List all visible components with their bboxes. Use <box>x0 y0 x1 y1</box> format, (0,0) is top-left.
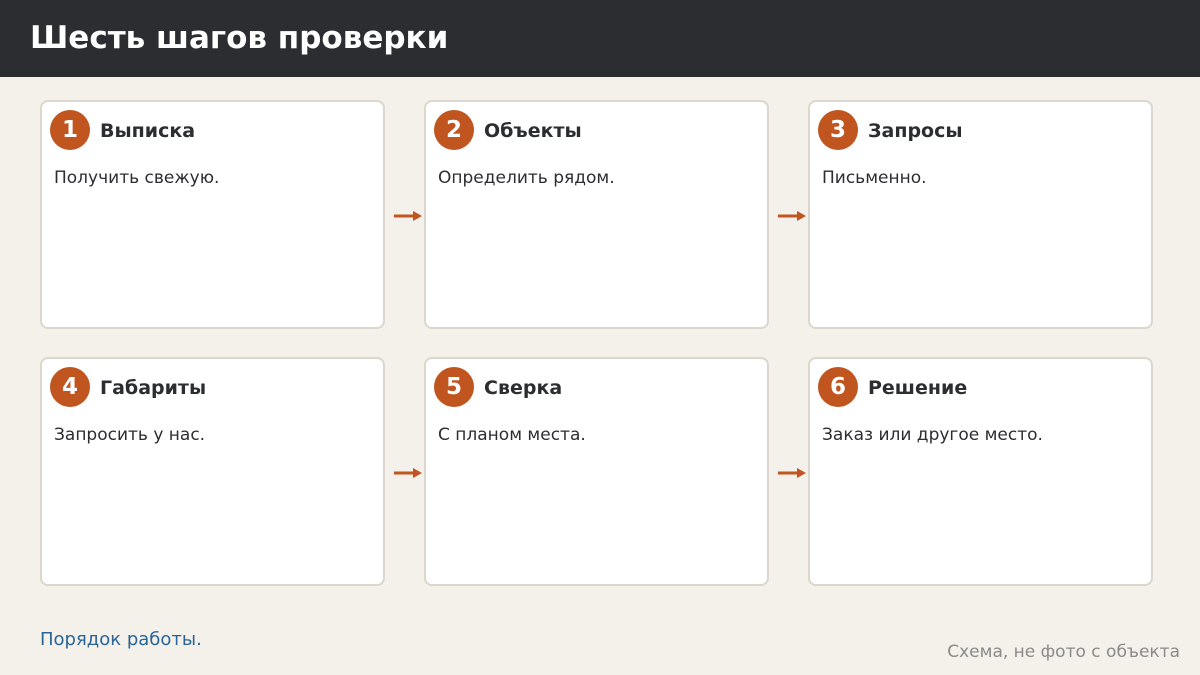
step-title: Решение <box>868 377 968 399</box>
step-title: Сверка <box>484 377 563 399</box>
step-description: Заказ или другое место. <box>822 425 1043 445</box>
step-card-4: 4 Габариты Запросить у нас. <box>40 357 385 586</box>
step-title: Габариты <box>100 377 207 399</box>
arrow-right-icon <box>394 468 422 478</box>
step-title: Объекты <box>484 120 582 142</box>
arrow-right-icon <box>394 211 422 221</box>
step-description: Запросить у нас. <box>54 425 206 445</box>
arrow-right-icon <box>778 211 806 221</box>
step-number-badge: 5 <box>434 367 474 407</box>
header-bar: Шесть шагов проверки <box>0 0 1200 77</box>
step-card-2: 2 Объекты Определить рядом. <box>424 100 769 329</box>
step-description: Получить свежую. <box>54 168 220 188</box>
step-card-6: 6 Решение Заказ или другое место. <box>808 357 1153 586</box>
step-title: Выписка <box>100 120 196 142</box>
workflow-link[interactable]: Порядок работы. <box>40 628 202 652</box>
step-number-badge: 6 <box>818 367 858 407</box>
step-card-1: 1 Выписка Получить свежую. <box>40 100 385 329</box>
step-card-5: 5 Сверка С планом места. <box>424 357 769 586</box>
step-description: С планом места. <box>438 425 586 445</box>
step-description: Определить рядом. <box>438 168 615 188</box>
step-number-badge: 1 <box>50 110 90 150</box>
diagram-disclaimer: Схема, не фото с объекта <box>947 642 1180 662</box>
step-card-3: 3 Запросы Письменно. <box>808 100 1153 329</box>
step-number-badge: 2 <box>434 110 474 150</box>
step-number-badge: 4 <box>50 367 90 407</box>
page-title: Шесть шагов проверки <box>30 20 449 56</box>
arrow-right-icon <box>778 468 806 478</box>
step-title: Запросы <box>868 120 963 142</box>
step-number-badge: 3 <box>818 110 858 150</box>
step-description: Письменно. <box>822 168 927 188</box>
